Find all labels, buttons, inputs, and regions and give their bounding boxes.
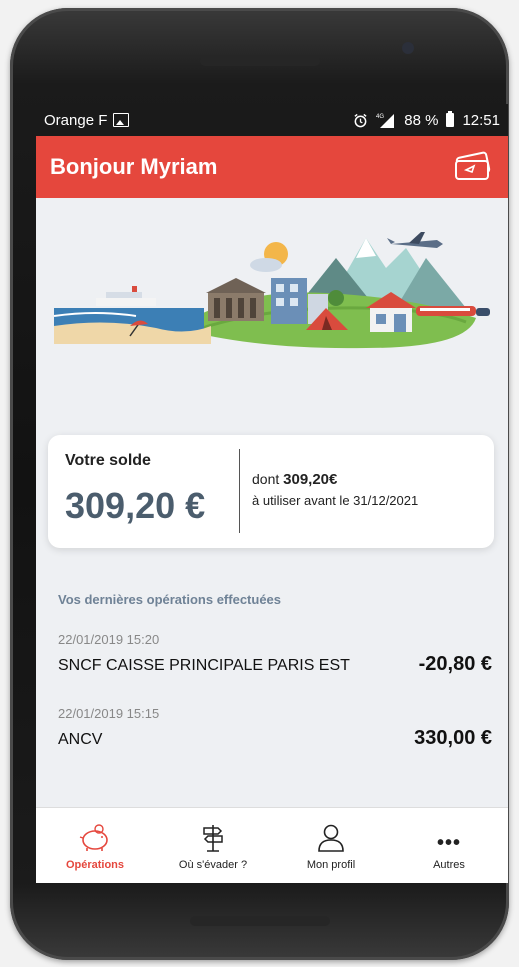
nav-label: Opérations — [65, 859, 125, 871]
holiday-landscape-image — [53, 232, 490, 349]
svg-text:4G: 4G — [376, 114, 384, 120]
signpost-icon — [203, 825, 223, 852]
nav-autres[interactable]: ••• Autres — [390, 808, 508, 883]
nav-label: Mon profil — [306, 859, 356, 871]
balance-card[interactable]: Votre solde 309,20 € dont 309,20€ à util… — [48, 435, 494, 548]
operation-amount: 330,00 € — [414, 727, 492, 749]
museum — [206, 278, 266, 321]
battery-percent: 88 % — [404, 111, 439, 129]
operations-title: Vos dernières opérations effectuées — [58, 592, 282, 607]
operation-name: ANCV — [58, 731, 103, 748]
more-icon: ••• — [436, 832, 461, 854]
status-bar: Orange F 4G 88 % 12:51 — [36, 104, 508, 136]
operation-date: 22/01/2019 15:20 — [58, 632, 160, 647]
hero-illustration — [36, 198, 508, 368]
operation-name: SNCF CAISSE PRINCIPALE PARIS EST — [58, 657, 350, 674]
dont-amount: 309,20€ — [283, 471, 338, 488]
carrier-label: Orange F — [44, 111, 108, 129]
train — [416, 306, 490, 316]
user-icon — [318, 824, 344, 852]
app-header: Bonjour Myriam — [36, 136, 508, 198]
page-title: Bonjour Myriam — [50, 154, 218, 179]
dont-prefix: dont — [252, 471, 280, 487]
piggy-bank-icon — [79, 824, 108, 851]
nav-ou-sevader[interactable]: Où s'évader ? — [154, 808, 272, 883]
speaker-top — [199, 56, 320, 66]
list-item[interactable]: 22/01/2019 15:15 ANCV 330,00 € — [58, 706, 492, 750]
nav-label: Autres — [433, 859, 465, 871]
airplane — [387, 232, 443, 248]
expiry-text: à utiliser avant le 31/12/2021 — [252, 493, 419, 508]
balance-label: Votre solde — [65, 452, 151, 469]
list-item[interactable]: 22/01/2019 15:20 SNCF CAISSE PRINCIPALE … — [58, 632, 492, 676]
battery-icon — [446, 111, 455, 127]
operation-amount: -20,80 € — [418, 653, 492, 675]
balance-detail: dont 309,20€ — [252, 471, 337, 488]
camera — [402, 42, 414, 54]
nav-operations[interactable]: Opérations — [36, 808, 154, 883]
clock: 12:51 — [462, 111, 500, 129]
operation-date: 22/01/2019 15:15 — [58, 706, 160, 721]
bottom-navigation: Opérations Où s'évader ? Mon profil ••• — [36, 807, 508, 883]
phone-frame: Orange F 4G 88 % 12:51 Bonjour Myriam Vo… — [10, 8, 509, 960]
screen: Orange F 4G 88 % 12:51 Bonjour Myriam Vo… — [36, 104, 508, 883]
signal-4g-icon: 4G — [376, 114, 395, 128]
divider — [239, 449, 240, 533]
alarm-icon — [354, 113, 367, 127]
nav-mon-profil[interactable]: Mon profil — [272, 808, 390, 883]
balance-amount: 309,20 € — [65, 485, 206, 526]
speaker-bottom — [189, 916, 330, 926]
tickets-icon[interactable] — [452, 151, 494, 183]
nav-label: Où s'évader ? — [178, 859, 248, 871]
image-icon — [113, 113, 130, 127]
